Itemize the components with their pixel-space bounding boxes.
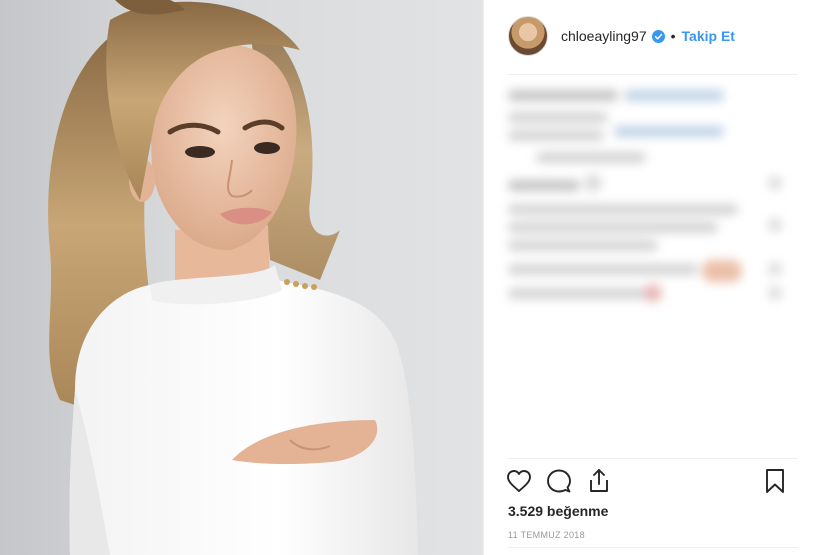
share-icon bbox=[590, 469, 608, 492]
comment-button[interactable] bbox=[544, 466, 574, 496]
comments-blurred bbox=[506, 84, 798, 314]
likes-count[interactable]: 3.529 beğenme bbox=[508, 503, 608, 519]
actions-divider bbox=[508, 458, 798, 459]
follow-button[interactable]: Takip Et bbox=[682, 28, 735, 44]
username-link[interactable]: chloeayling97 bbox=[561, 28, 647, 44]
verified-badge-icon bbox=[651, 29, 665, 43]
avatar[interactable] bbox=[508, 16, 548, 56]
instagram-post: chloeayling97 • Takip Et 3.529 beğenme 1… bbox=[0, 0, 822, 555]
share-button[interactable] bbox=[584, 466, 614, 496]
post-photo[interactable] bbox=[0, 0, 483, 555]
save-button[interactable] bbox=[760, 466, 790, 496]
portrait-illustration bbox=[48, 0, 418, 555]
action-bar bbox=[507, 466, 798, 498]
footer-divider bbox=[508, 547, 798, 548]
bookmark-icon bbox=[766, 469, 784, 493]
comment-icon bbox=[547, 469, 571, 493]
header-divider bbox=[508, 74, 798, 75]
post-header: chloeayling97 • Takip Et bbox=[508, 14, 798, 58]
heart-icon bbox=[507, 470, 531, 492]
post-sidebar: chloeayling97 • Takip Et 3.529 beğenme 1… bbox=[483, 0, 822, 555]
post-date[interactable]: 11 TEMMUZ 2018 bbox=[508, 530, 585, 540]
like-button[interactable] bbox=[504, 466, 534, 496]
separator-dot: • bbox=[670, 28, 676, 44]
